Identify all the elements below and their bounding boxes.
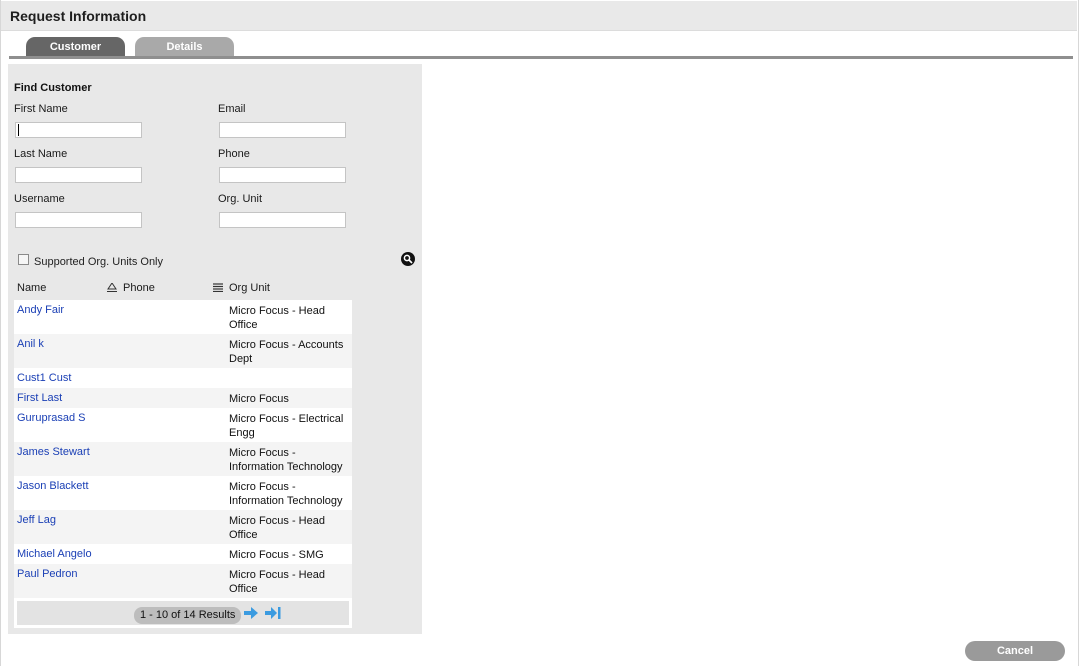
customer-name-link[interactable]: Paul Pedron [17, 568, 78, 580]
phone-field[interactable] [219, 167, 346, 183]
page-header: Request Information [1, 1, 1077, 31]
text-caret [18, 124, 19, 136]
sort-ascending-icon[interactable] [107, 283, 117, 292]
table-row[interactable]: Andy Fair Micro Focus - Head Office [14, 300, 352, 334]
tab-divider [9, 56, 1073, 59]
first-name-label: First Name [14, 103, 68, 115]
arrow-right-icon[interactable] [243, 606, 259, 620]
table-row[interactable]: Jason Blackett Micro Focus - Information… [14, 476, 352, 510]
email-label: Email [218, 103, 246, 115]
table-row[interactable]: Jeff Lag Micro Focus - Head Office [14, 510, 352, 544]
column-header-org-unit[interactable]: Org Unit [229, 282, 270, 294]
org-unit-cell: Micro Focus - Head Office [229, 515, 325, 541]
username-field[interactable] [15, 212, 142, 228]
phone-label: Phone [218, 148, 250, 160]
customer-name-link[interactable]: Michael Angelo [17, 548, 92, 560]
org-unit-cell: Micro Focus - Head Office [229, 305, 325, 331]
search-icon[interactable] [401, 252, 415, 266]
tab-customer[interactable]: Customer [26, 37, 125, 57]
table-row[interactable]: Cust1 Cust [14, 368, 352, 388]
column-header-phone[interactable]: Phone [123, 282, 155, 294]
window-border-left [0, 0, 1, 666]
table-row[interactable]: James Stewart Micro Focus - Information … [14, 442, 352, 476]
pagination-bar: 1 - 10 of 14 Results [14, 598, 352, 628]
table-row[interactable]: Guruprasad S Micro Focus - Electrical En… [14, 408, 352, 442]
table-row[interactable]: Michael Angelo Micro Focus - SMG [14, 544, 352, 564]
sort-lines-icon[interactable] [213, 283, 223, 292]
pagination-inner: 1 - 10 of 14 Results [17, 601, 349, 625]
supported-org-units-label: Supported Org. Units Only [34, 256, 164, 268]
customer-name-link[interactable]: Anil k [17, 338, 44, 350]
customer-name-link[interactable]: First Last [17, 392, 62, 404]
column-header-name[interactable]: Name [17, 282, 46, 294]
customer-name-link[interactable]: James Stewart [17, 446, 90, 458]
last-name-field[interactable] [15, 167, 142, 183]
org-unit-cell: Micro Focus [229, 393, 289, 405]
org-unit-cell: Micro Focus - SMG [229, 549, 324, 561]
customer-name-link[interactable]: Jason Blackett [17, 480, 89, 492]
last-name-label: Last Name [14, 148, 68, 160]
first-name-field[interactable] [15, 122, 142, 138]
customer-results-table: Andy Fair Micro Focus - Head Office Anil… [14, 300, 352, 598]
customer-name-link[interactable]: Jeff Lag [17, 514, 56, 526]
tab-details[interactable]: Details [135, 37, 234, 57]
find-customer-heading: Find Customer [14, 82, 92, 94]
org-unit-label: Org. Unit [218, 193, 263, 205]
arrow-last-icon[interactable] [264, 606, 282, 620]
org-unit-field[interactable] [219, 212, 346, 228]
email-field[interactable] [219, 122, 346, 138]
results-count: 1 - 10 of 14 Results [134, 607, 242, 624]
org-unit-cell: Micro Focus - Head Office [229, 569, 325, 595]
customer-name-link[interactable]: Guruprasad S [17, 412, 85, 424]
supported-org-units-checkbox[interactable] [18, 254, 29, 265]
org-unit-cell: Micro Focus - Information Technology [229, 447, 343, 473]
table-row[interactable]: First Last Micro Focus [14, 388, 352, 408]
org-unit-cell: Micro Focus - Electrical Engg [229, 413, 344, 439]
table-row[interactable]: Paul Pedron Micro Focus - Head Office [14, 564, 352, 598]
org-unit-cell: Micro Focus - Information Technology [229, 481, 343, 507]
cancel-button[interactable]: Cancel [965, 641, 1065, 661]
org-unit-cell: Micro Focus - Accounts Dept [229, 339, 344, 365]
table-row[interactable]: Anil k Micro Focus - Accounts Dept [14, 334, 352, 368]
page-title: Request Information [10, 8, 147, 24]
username-label: Username [14, 193, 65, 205]
customer-name-link[interactable]: Cust1 Cust [17, 372, 71, 384]
customer-name-link[interactable]: Andy Fair [17, 304, 64, 316]
